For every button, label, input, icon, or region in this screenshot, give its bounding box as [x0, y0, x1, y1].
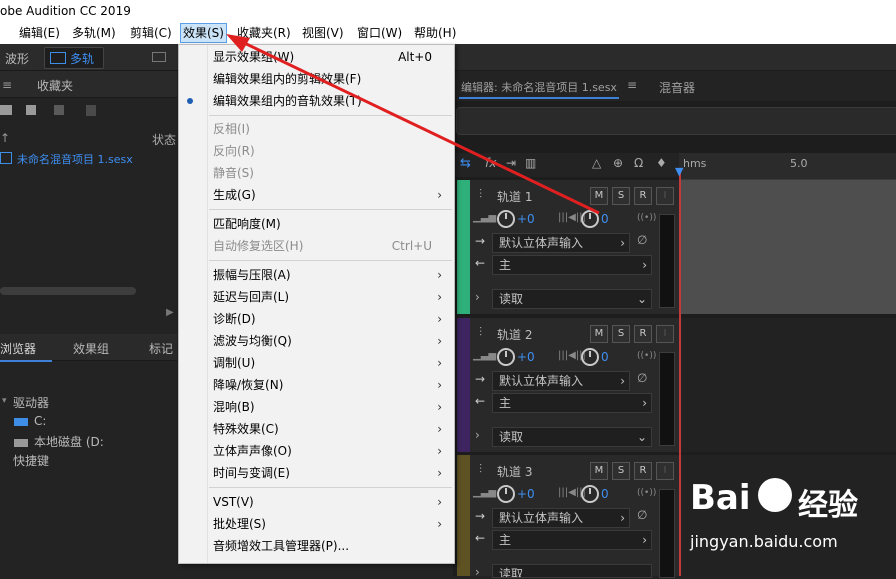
watermark-brand: Bai — [690, 478, 751, 518]
watermark-url: jingyan.baidu.com — [690, 532, 838, 551]
paw-icon — [758, 478, 792, 512]
baidu-watermark: Bai 经验 jingyan.baidu.com — [690, 478, 896, 576]
arrowhead-icon — [226, 34, 250, 52]
arrow-line — [237, 38, 600, 215]
watermark-brand-2: 经验 — [798, 488, 858, 523]
